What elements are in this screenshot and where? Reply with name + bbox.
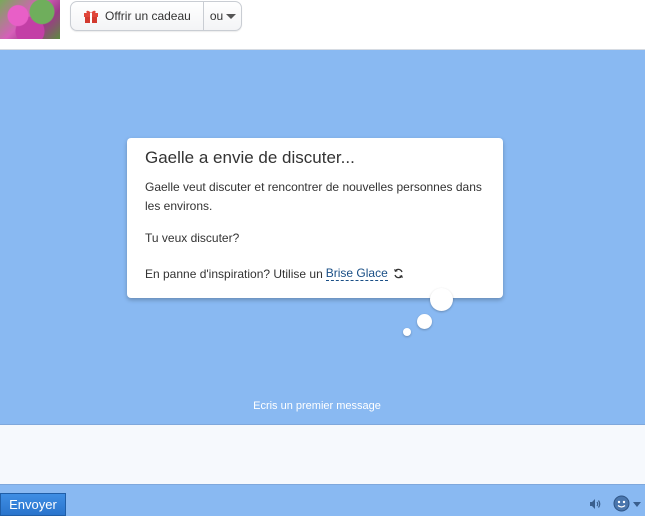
chat-page: Offrir un cadeau ou Gaelle a envie de di…: [0, 0, 645, 516]
smiley-icon[interactable]: [613, 495, 630, 512]
thought-dot-large: [430, 288, 453, 311]
offer-gift-button[interactable]: Offrir un cadeau: [71, 2, 203, 30]
emoji-dropdown-chevron-icon[interactable]: [633, 502, 641, 507]
speaker-icon[interactable]: [588, 497, 602, 511]
gift-icon: [83, 8, 99, 24]
invite-bubble: Gaelle a envie de discuter... Gaelle veu…: [127, 138, 503, 298]
offer-gift-label: Offrir un cadeau: [105, 9, 191, 23]
thought-dot-small: [403, 328, 411, 336]
send-button[interactable]: Envoyer: [0, 493, 66, 516]
message-input[interactable]: [0, 425, 645, 484]
top-bar: Offrir un cadeau ou: [0, 0, 645, 50]
more-options-dropdown[interactable]: ou: [202, 2, 241, 30]
chat-area: Gaelle a envie de discuter... Gaelle veu…: [0, 50, 645, 424]
message-input-area: [0, 424, 645, 485]
inspiration-line: En panne d'inspiration? Utilise un Brise…: [145, 266, 404, 281]
refresh-icon[interactable]: [393, 268, 404, 279]
avatar[interactable]: [0, 0, 60, 39]
first-message-hint: Ecris un premier message: [253, 400, 381, 412]
bubble-title: Gaelle a envie de discuter...: [145, 148, 355, 167]
thought-dot-medium: [417, 314, 432, 329]
or-label: ou: [209, 9, 224, 23]
bubble-question: Tu veux discuter?: [145, 231, 240, 245]
chevron-down-icon: [226, 13, 237, 19]
bottom-bar: Envoyer: [0, 485, 645, 516]
gift-button-group: Offrir un cadeau ou: [70, 1, 243, 31]
bubble-description: Gaelle veut discuter et rencontrer de no…: [145, 180, 482, 213]
icebreaker-link[interactable]: Brise Glace: [325, 266, 388, 281]
inspiration-prefix: En panne d'inspiration? Utilise un: [145, 266, 323, 281]
